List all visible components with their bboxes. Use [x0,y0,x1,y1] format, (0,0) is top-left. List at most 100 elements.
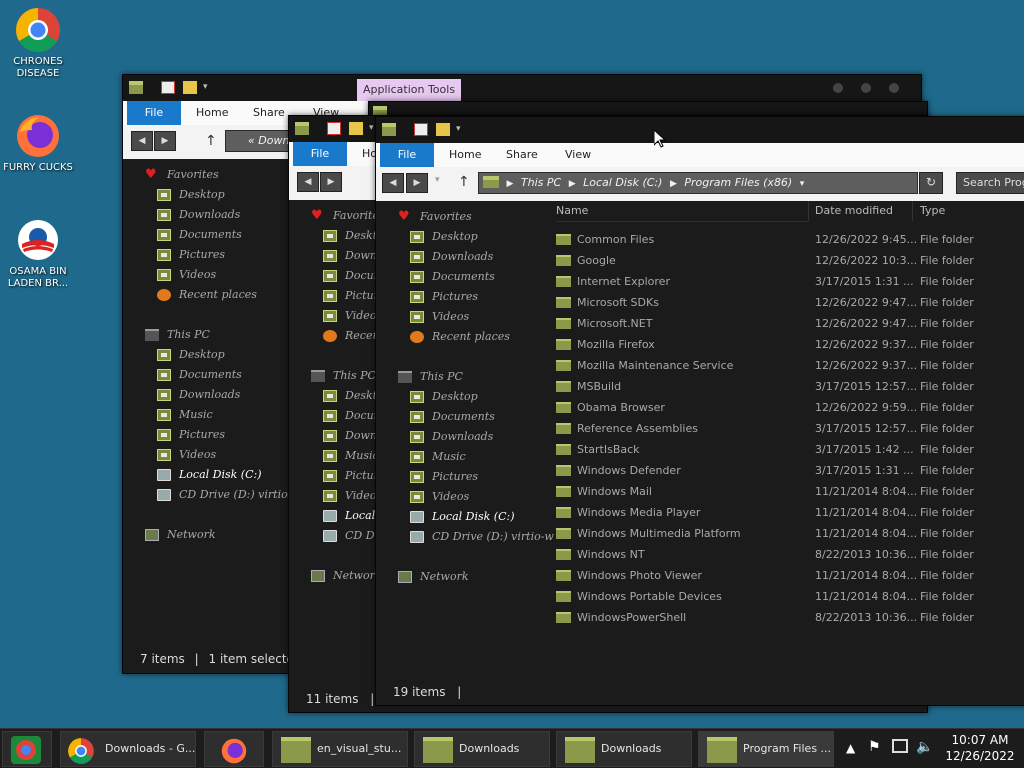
properties-icon[interactable] [161,81,175,94]
desktop-icon-firefox[interactable]: FURRY CUCKS [0,112,76,174]
clock[interactable]: 10:07 AM 12/26/2022 [940,733,1020,763]
tab-share[interactable]: Share [506,143,538,167]
forward-button[interactable]: ▶ [406,173,428,193]
file-name: Windows Photo Viewer [577,569,702,582]
file-row[interactable]: Windows Mail 11/21/2014 8:04... File folde… [376,481,1024,502]
file-row[interactable]: Mozilla Firefox 12/26/2022 9:37... File fo… [376,334,1024,355]
file-row[interactable]: Google 12/26/2022 10:3... File folder [376,250,1024,271]
tab-home[interactable]: Home [449,143,481,167]
file-name: Windows Multimedia Platform [577,527,741,540]
file-row[interactable]: Internet Explorer 3/17/2015 1:31 ... File … [376,271,1024,292]
properties-icon[interactable] [414,123,428,136]
cd-drive-icon [157,489,171,501]
file-row[interactable]: Windows Defender 3/17/2015 1:31 ... File f… [376,460,1024,481]
file-row[interactable]: Microsoft SDKs 12/26/2022 9:47... File fol… [376,292,1024,313]
file-row[interactable]: Windows Portable Devices 11/21/2014 8:04.… [376,586,1024,607]
file-row[interactable]: Windows Photo Viewer 11/21/2014 8:04... Fi… [376,565,1024,586]
minimize-button[interactable] [833,83,843,93]
file-row[interactable]: Windows Media Player 11/21/2014 8:04... Fi… [376,502,1024,523]
folder-icon [382,123,396,136]
properties-icon[interactable] [327,122,341,135]
new-folder-icon[interactable] [183,81,197,94]
search-box[interactable]: Search Prog [956,172,1024,194]
folder-icon [556,465,571,476]
volume-icon[interactable]: 🔈 [916,739,933,755]
taskbar-button-explorer-4[interactable]: Program Files ... [698,731,834,767]
documents-icon [323,270,337,282]
navigation-pane: ♥ Favorites Desktop Downloads Documents P… [145,167,301,541]
folder-icon [556,612,571,623]
file-name: Obama Browser [577,401,665,414]
new-folder-icon[interactable] [349,122,363,135]
file-name: Mozilla Maintenance Service [577,359,734,372]
file-row[interactable]: Microsoft.NET 12/26/2022 9:47... File fold… [376,313,1024,334]
up-arrow-icon[interactable]: ↑ [205,133,217,149]
breadcrumb-local-disk[interactable]: Local Disk (C:) [583,176,662,189]
tab-view[interactable]: View [565,143,591,167]
taskbar-button-explorer-3[interactable]: Downloads [556,731,692,767]
file-date: 12/26/2022 9:37... [815,359,918,372]
tab-file[interactable]: File [293,142,347,166]
taskbar-button-label: Downloads - G... [105,742,196,755]
column-header-type[interactable]: Type [920,204,945,217]
tab-file[interactable]: File [127,101,181,125]
file-row[interactable]: Obama Browser 12/26/2022 9:59... File fold… [376,397,1024,418]
network-tray-icon[interactable] [892,739,908,753]
status-item-count: 19 items [393,685,446,699]
file-name: WindowsPowerShell [577,611,687,624]
breadcrumb-this-pc[interactable]: This PC [521,176,561,189]
file-type: File folder [920,527,974,540]
file-name: Windows Defender [577,464,681,477]
file-name: Google [577,254,616,267]
address-bar[interactable]: ▶ This PC ▶ Local Disk (C:) ▶ Program Fi… [478,172,918,194]
file-row[interactable]: Windows Multimedia Platform 11/21/2014 8:… [376,523,1024,544]
back-button[interactable]: ◀ [131,131,153,151]
file-row[interactable]: Common Files 12/26/2022 9:45... File folde… [376,229,1024,250]
column-header-date[interactable]: Date modified [815,204,893,217]
context-tab-application-tools[interactable]: Application Tools [357,79,462,101]
forward-button[interactable]: ▶ [320,172,342,192]
chevron-down-icon[interactable]: ▾ [456,123,470,136]
column-header-name[interactable]: Name [556,204,588,217]
file-type: File folder [920,254,974,267]
file-row[interactable]: MSBuild 3/17/2015 12:57... File folder [376,376,1024,397]
file-row[interactable]: WindowsPowerShell 8/22/2013 10:36... File … [376,607,1024,628]
recent-places-icon [323,330,337,342]
breadcrumb-program-files[interactable]: Program Files (x86) [684,176,792,189]
chevron-down-icon[interactable]: ▾ [203,81,217,94]
start-button[interactable] [2,731,52,767]
file-name: Reference Assemblies [577,422,698,435]
new-folder-icon[interactable] [436,123,450,136]
file-row[interactable]: Reference Assemblies 3/17/2015 12:57... Fi… [376,418,1024,439]
taskbar-button-explorer-2[interactable]: Downloads [414,731,550,767]
file-row[interactable]: StartIsBack 3/17/2015 1:42 ... File folder [376,439,1024,460]
action-center-flag-icon[interactable]: ⚑ [868,739,881,755]
tab-file[interactable]: File [380,143,434,167]
refresh-button[interactable]: ↻ [919,172,943,194]
tab-share[interactable]: Share [253,101,285,125]
chevron-down-icon[interactable]: ▾ [435,175,440,185]
desktop-icon-label: CHRONES DISEASE [13,56,63,79]
file-row[interactable]: Mozilla Maintenance Service 12/26/2022 9:… [376,355,1024,376]
file-date: 3/17/2015 1:42 ... [815,443,914,456]
status-separator: | [370,692,375,706]
desktop-icon-chrone[interactable]: CHRONES DISEASE [0,6,76,80]
taskbar-button-explorer-1[interactable]: en_visual_stu... [272,731,408,767]
taskbar-button-chrome[interactable]: Downloads - G... [60,731,196,767]
maximize-button[interactable] [861,83,871,93]
mouse-cursor [653,128,667,151]
show-hidden-icons-icon[interactable]: ▲ [846,741,855,755]
taskbar-button-firefox[interactable] [204,731,264,767]
file-row[interactable]: Windows NT 8/22/2013 10:36... File folder [376,544,1024,565]
firefox-icon [14,112,62,160]
clock-time: 10:07 AM [951,733,1009,747]
forward-button[interactable]: ▶ [154,131,176,151]
back-button[interactable]: ◀ [297,172,319,192]
close-button[interactable] [889,83,899,93]
desktop-icon-obama[interactable]: OSAMA BIN LADEN BR... [0,216,76,290]
tab-home[interactable]: Home [196,101,228,125]
breadcrumb-separator: ▶ [568,179,576,189]
up-arrow-icon[interactable]: ↑ [458,174,470,190]
back-button[interactable]: ◀ [382,173,404,193]
chevron-down-icon[interactable]: ▾ [800,179,805,189]
